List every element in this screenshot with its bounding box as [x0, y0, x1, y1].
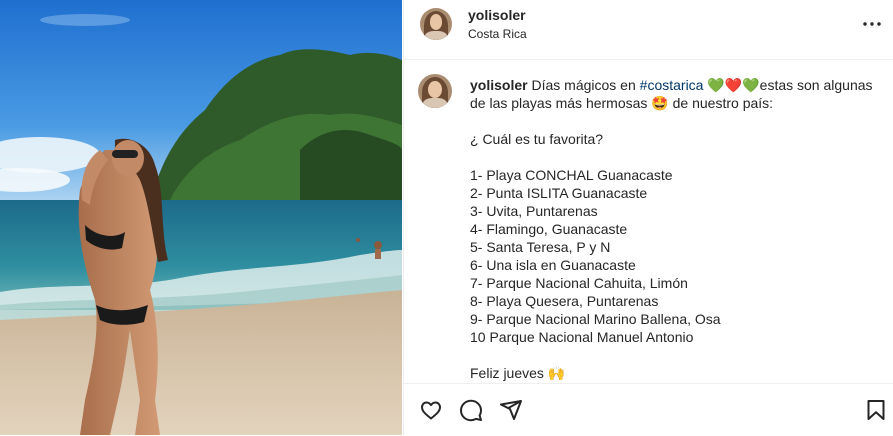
share-icon[interactable]	[499, 398, 525, 424]
caption-question: ¿ Cuál es tu favorita?	[470, 131, 604, 147]
hearts-emoji: 💚❤️💚	[707, 77, 760, 93]
beach-list-item: 3- Uvita, Puntarenas	[470, 203, 598, 219]
bookmark-icon[interactable]	[864, 398, 890, 424]
caption-end: de nuestro país:	[668, 95, 774, 111]
beach-list-item: 8- Playa Quesera, Puntarenas	[470, 293, 659, 309]
post-detail-panel: yolisoler Costa Rica yolisoler Días mági…	[403, 0, 893, 435]
post-photo[interactable]	[0, 0, 402, 435]
beach-list-item: 6- Una isla en Guanacaste	[470, 257, 636, 273]
caption-closing: Feliz jueves 🙌	[470, 365, 566, 381]
caption-text: yolisoler Días mágicos en #costarica 💚❤️…	[470, 76, 880, 382]
action-bar	[404, 383, 893, 436]
beach-photo-image	[0, 0, 402, 435]
caption-username[interactable]: yolisoler	[470, 77, 528, 93]
location-link[interactable]: Costa Rica	[468, 27, 527, 41]
beach-list-item: 5- Santa Teresa, P y N	[470, 239, 611, 255]
username-link[interactable]: yolisoler	[468, 7, 526, 23]
beach-list-item: 2- Punta ISLITA Guanacaste	[470, 185, 648, 201]
beach-list-item: 1- Playa CONCHAL Guanacaste	[470, 167, 673, 183]
beach-list-item: 4- Flamingo, Guanacaste	[470, 221, 628, 237]
more-options-icon[interactable]	[862, 12, 882, 36]
caption-intro: Días mágicos en	[531, 77, 640, 93]
comment-icon[interactable]	[459, 398, 485, 424]
heart-icon[interactable]	[419, 398, 445, 424]
hashtag-link[interactable]: #costarica	[640, 77, 704, 93]
beach-list-item: 10 Parque Nacional Manuel Antonio	[470, 329, 694, 345]
caption-section: yolisoler Días mágicos en #costarica 💚❤️…	[404, 60, 893, 383]
avatar[interactable]	[420, 8, 452, 40]
star-eyes-emoji: 🤩	[651, 95, 669, 111]
beach-list-item: 9- Parque Nacional Marino Ballena, Osa	[470, 311, 721, 327]
beach-list-item: 7- Parque Nacional Cahuita, Limón	[470, 275, 688, 291]
post-header: yolisoler Costa Rica	[404, 0, 893, 60]
caption-avatar[interactable]	[418, 74, 452, 108]
